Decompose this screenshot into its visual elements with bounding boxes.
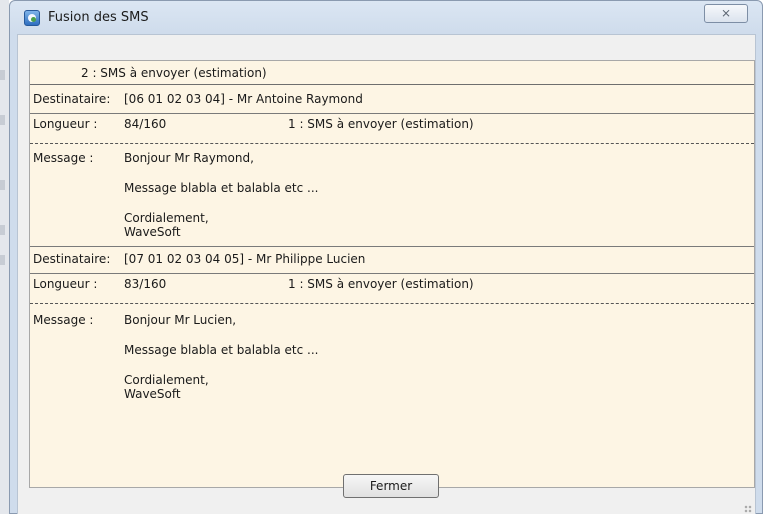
length-value: 83/160 xyxy=(124,277,167,291)
background-window-edge xyxy=(0,0,9,514)
resize-grip-icon[interactable] xyxy=(744,505,752,513)
dialog-window: Fusion des SMS ⨯ 2 : SMS à envoyer (esti… xyxy=(9,0,763,514)
edge-mark xyxy=(0,225,5,235)
edge-mark xyxy=(0,180,5,190)
window-title: Fusion des SMS xyxy=(48,10,149,25)
edge-mark xyxy=(0,255,5,265)
app-icon xyxy=(24,10,40,26)
recipient-row: Destinataire: [07 01 02 03 04 05] - Mr P… xyxy=(30,247,754,275)
recipient-value: [06 01 02 03 04] - Mr Antoine Raymond xyxy=(124,92,363,106)
edge-mark xyxy=(0,115,5,125)
message-line: Bonjour Mr Lucien, xyxy=(124,313,237,327)
length-label: Longueur : xyxy=(33,117,98,131)
summary-text: 2 : SMS à envoyer (estimation) xyxy=(81,66,267,80)
length-label: Longueur : xyxy=(33,277,98,291)
recipient-label: Destinataire: xyxy=(33,92,111,106)
message-label: Message : xyxy=(33,151,94,165)
recipient-value: [07 01 02 03 04 05] - Mr Philippe Lucien xyxy=(124,252,366,266)
length-value: 84/160 xyxy=(124,117,167,131)
recipient-label: Destinataire: xyxy=(33,252,111,266)
edge-mark xyxy=(0,70,5,80)
summary-row: 2 : SMS à envoyer (estimation) xyxy=(30,61,754,85)
message-line: Bonjour Mr Raymond, xyxy=(124,151,254,165)
message-block: Message : Bonjour Mr Lucien, Message bla… xyxy=(30,304,754,440)
recipient-row: Destinataire: [06 01 02 03 04] - Mr Anto… xyxy=(30,85,754,113)
sms-estimate: 1 : SMS à envoyer (estimation) xyxy=(288,277,474,291)
message-line: Cordialement, xyxy=(124,373,209,387)
message-line: Message blabla et balabla etc ... xyxy=(124,343,319,357)
dialog-client-area: 2 : SMS à envoyer (estimation) Destinata… xyxy=(17,34,756,514)
sms-estimate: 1 : SMS à envoyer (estimation) xyxy=(288,117,474,131)
length-row: Longueur : 83/160 1 : SMS à envoyer (est… xyxy=(30,274,754,296)
button-bar: Fermer xyxy=(18,458,755,514)
sms-preview-panel[interactable]: 2 : SMS à envoyer (estimation) Destinata… xyxy=(29,60,755,488)
message-line: WaveSoft xyxy=(124,225,181,239)
message-line: Cordialement, xyxy=(124,211,209,225)
message-line: Message blabla et balabla etc ... xyxy=(124,181,319,195)
length-row: Longueur : 84/160 1 : SMS à envoyer (est… xyxy=(30,114,754,136)
close-window-button[interactable]: ⨯ xyxy=(704,4,748,23)
message-line: WaveSoft xyxy=(124,387,181,401)
message-label: Message : xyxy=(33,313,94,327)
close-button[interactable]: Fermer xyxy=(343,474,439,498)
title-bar[interactable]: Fusion des SMS ⨯ xyxy=(10,1,762,35)
